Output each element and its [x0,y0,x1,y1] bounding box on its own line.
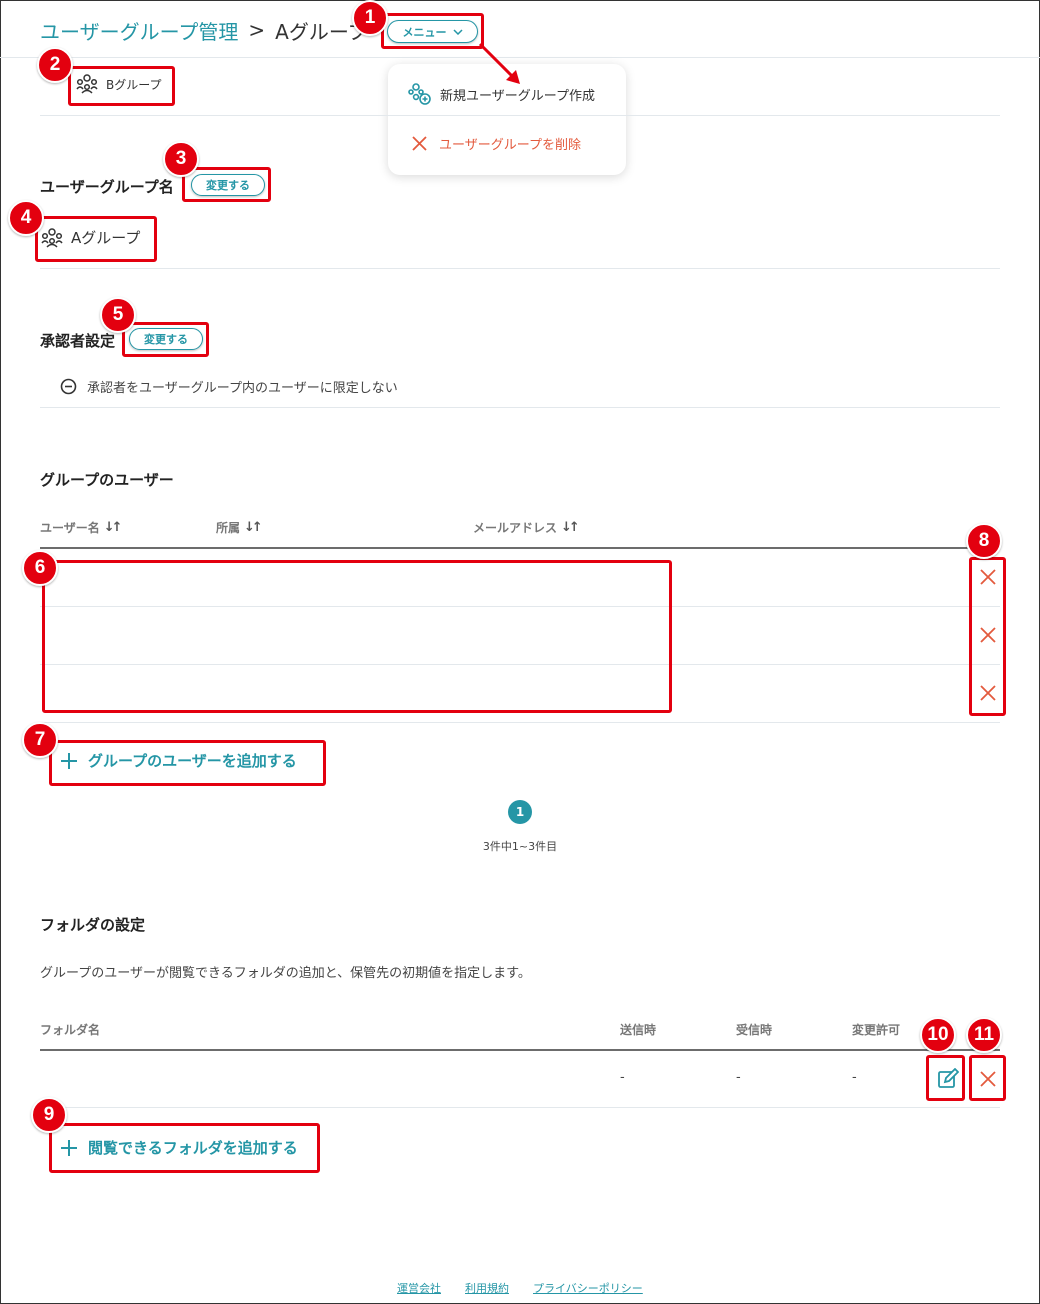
divider [40,268,1000,269]
add-folder-label: 閲覧できるフォルダを追加する [88,1139,298,1157]
add-group-user-label: グループのユーザーを追加する [88,752,297,770]
annotation-badge-9: 9 [31,1097,67,1133]
breadcrumb-separator: > [248,18,266,42]
column-header-label: ユーザー名 [40,521,100,535]
pagination-summary: 3件中1~3件目 [482,840,558,853]
column-header-label: メールアドレス [473,521,558,535]
group-name-label: Aグループ [71,229,141,247]
add-group-user-button[interactable]: グループのユーザーを追加する [60,750,297,771]
folder-permission-value: - [852,1070,857,1085]
approver-title: 承認者設定 [40,332,116,350]
column-header-folder-name: フォルダ名 [40,1023,101,1037]
plus-icon [61,752,77,769]
remove-user-icon[interactable] [979,568,997,586]
annotation-badge-6: 6 [22,550,58,586]
annotation-arrow [478,42,520,84]
menu-button[interactable]: メニュー [387,20,478,43]
approver-change-button[interactable]: 変更する [129,328,203,350]
annotation-badge-10: 10 [920,1017,956,1053]
annotation-badge-11: 11 [966,1017,1002,1053]
sort-icon: ↓↑ [103,520,123,535]
remove-user-icon[interactable] [979,626,997,644]
annotation-badge-7: 7 [22,722,58,758]
close-icon [412,136,427,151]
column-header-dept[interactable]: 所属 ↓↑ [216,519,263,536]
divider [40,407,1000,408]
table-row [40,665,1000,722]
edit-folder-icon[interactable] [937,1068,959,1090]
sort-icon: ↓↑ [244,520,263,535]
approver-setting-text: 承認者をユーザーグループ内のユーザーに限定しない [87,381,398,396]
column-header-username[interactable]: ユーザー名 ↓↑ [40,519,123,536]
pagination-page-1[interactable]: 1 [508,800,532,824]
group-name-value: Aグループ [41,227,140,248]
column-header-send: 送信時 [620,1023,657,1037]
column-header-receive: 受信時 [736,1023,773,1037]
annotation-badge-2: 2 [37,47,73,83]
annotation-badge-8: 8 [966,523,1002,559]
remove-folder-icon[interactable] [979,1070,997,1088]
column-header-permission: 変更許可 [852,1023,901,1037]
annotation-badge-3: 3 [163,141,199,177]
row-divider [40,722,1000,723]
menu-item-delete-group[interactable]: ユーザーグループを削除 [412,134,581,153]
column-header-label: 所属 [216,521,241,535]
group-icon [76,74,98,94]
folder-send-value: - [620,1070,625,1085]
divider [40,115,1000,116]
breadcrumb-parent-link[interactable]: ユーザーグループ管理 [40,16,238,45]
table-row [40,607,1000,664]
chevron-down-icon [452,28,463,35]
group-icon [41,227,63,248]
footer-link-company[interactable]: 運営会社 [397,1280,441,1296]
menu-button-label: メニュー [402,25,447,39]
add-folder-button[interactable]: 閲覧できるフォルダを追加する [60,1137,298,1158]
group-name-title: ユーザーグループ名 [40,178,174,196]
annotation-badge-5: 5 [100,297,136,333]
folder-receive-value: - [736,1070,741,1085]
folder-description: グループのユーザーが閲覧できるフォルダの追加と、保管先の初期値を指定します。 [40,966,531,981]
menu-item-label: ユーザーグループを削除 [439,138,581,153]
sort-icon: ↓↑ [561,520,580,535]
parent-group-label: Bグループ [106,77,162,92]
annotation-badge-4: 4 [8,200,44,236]
group-add-icon [408,83,431,105]
folder-title: フォルダの設定 [40,916,146,934]
plus-icon [61,1139,77,1156]
minus-circle-icon [60,378,77,395]
table-row [40,549,1000,606]
row-divider [40,1107,1000,1108]
remove-user-icon[interactable] [979,684,997,702]
footer-link-privacy[interactable]: プライバシーポリシー [533,1280,643,1296]
parent-group[interactable]: Bグループ [76,74,162,94]
annotation-badge-1: 1 [352,0,388,36]
approver-setting: 承認者をユーザーグループ内のユーザーに限定しない [60,377,398,396]
column-header-email[interactable]: メールアドレス ↓↑ [473,519,580,536]
footer-link-terms[interactable]: 利用規約 [465,1280,509,1296]
group-name-change-button[interactable]: 変更する [191,174,265,196]
group-users-title: グループのユーザー [40,471,174,489]
breadcrumb: ユーザーグループ管理 > Aグループ [40,16,368,44]
